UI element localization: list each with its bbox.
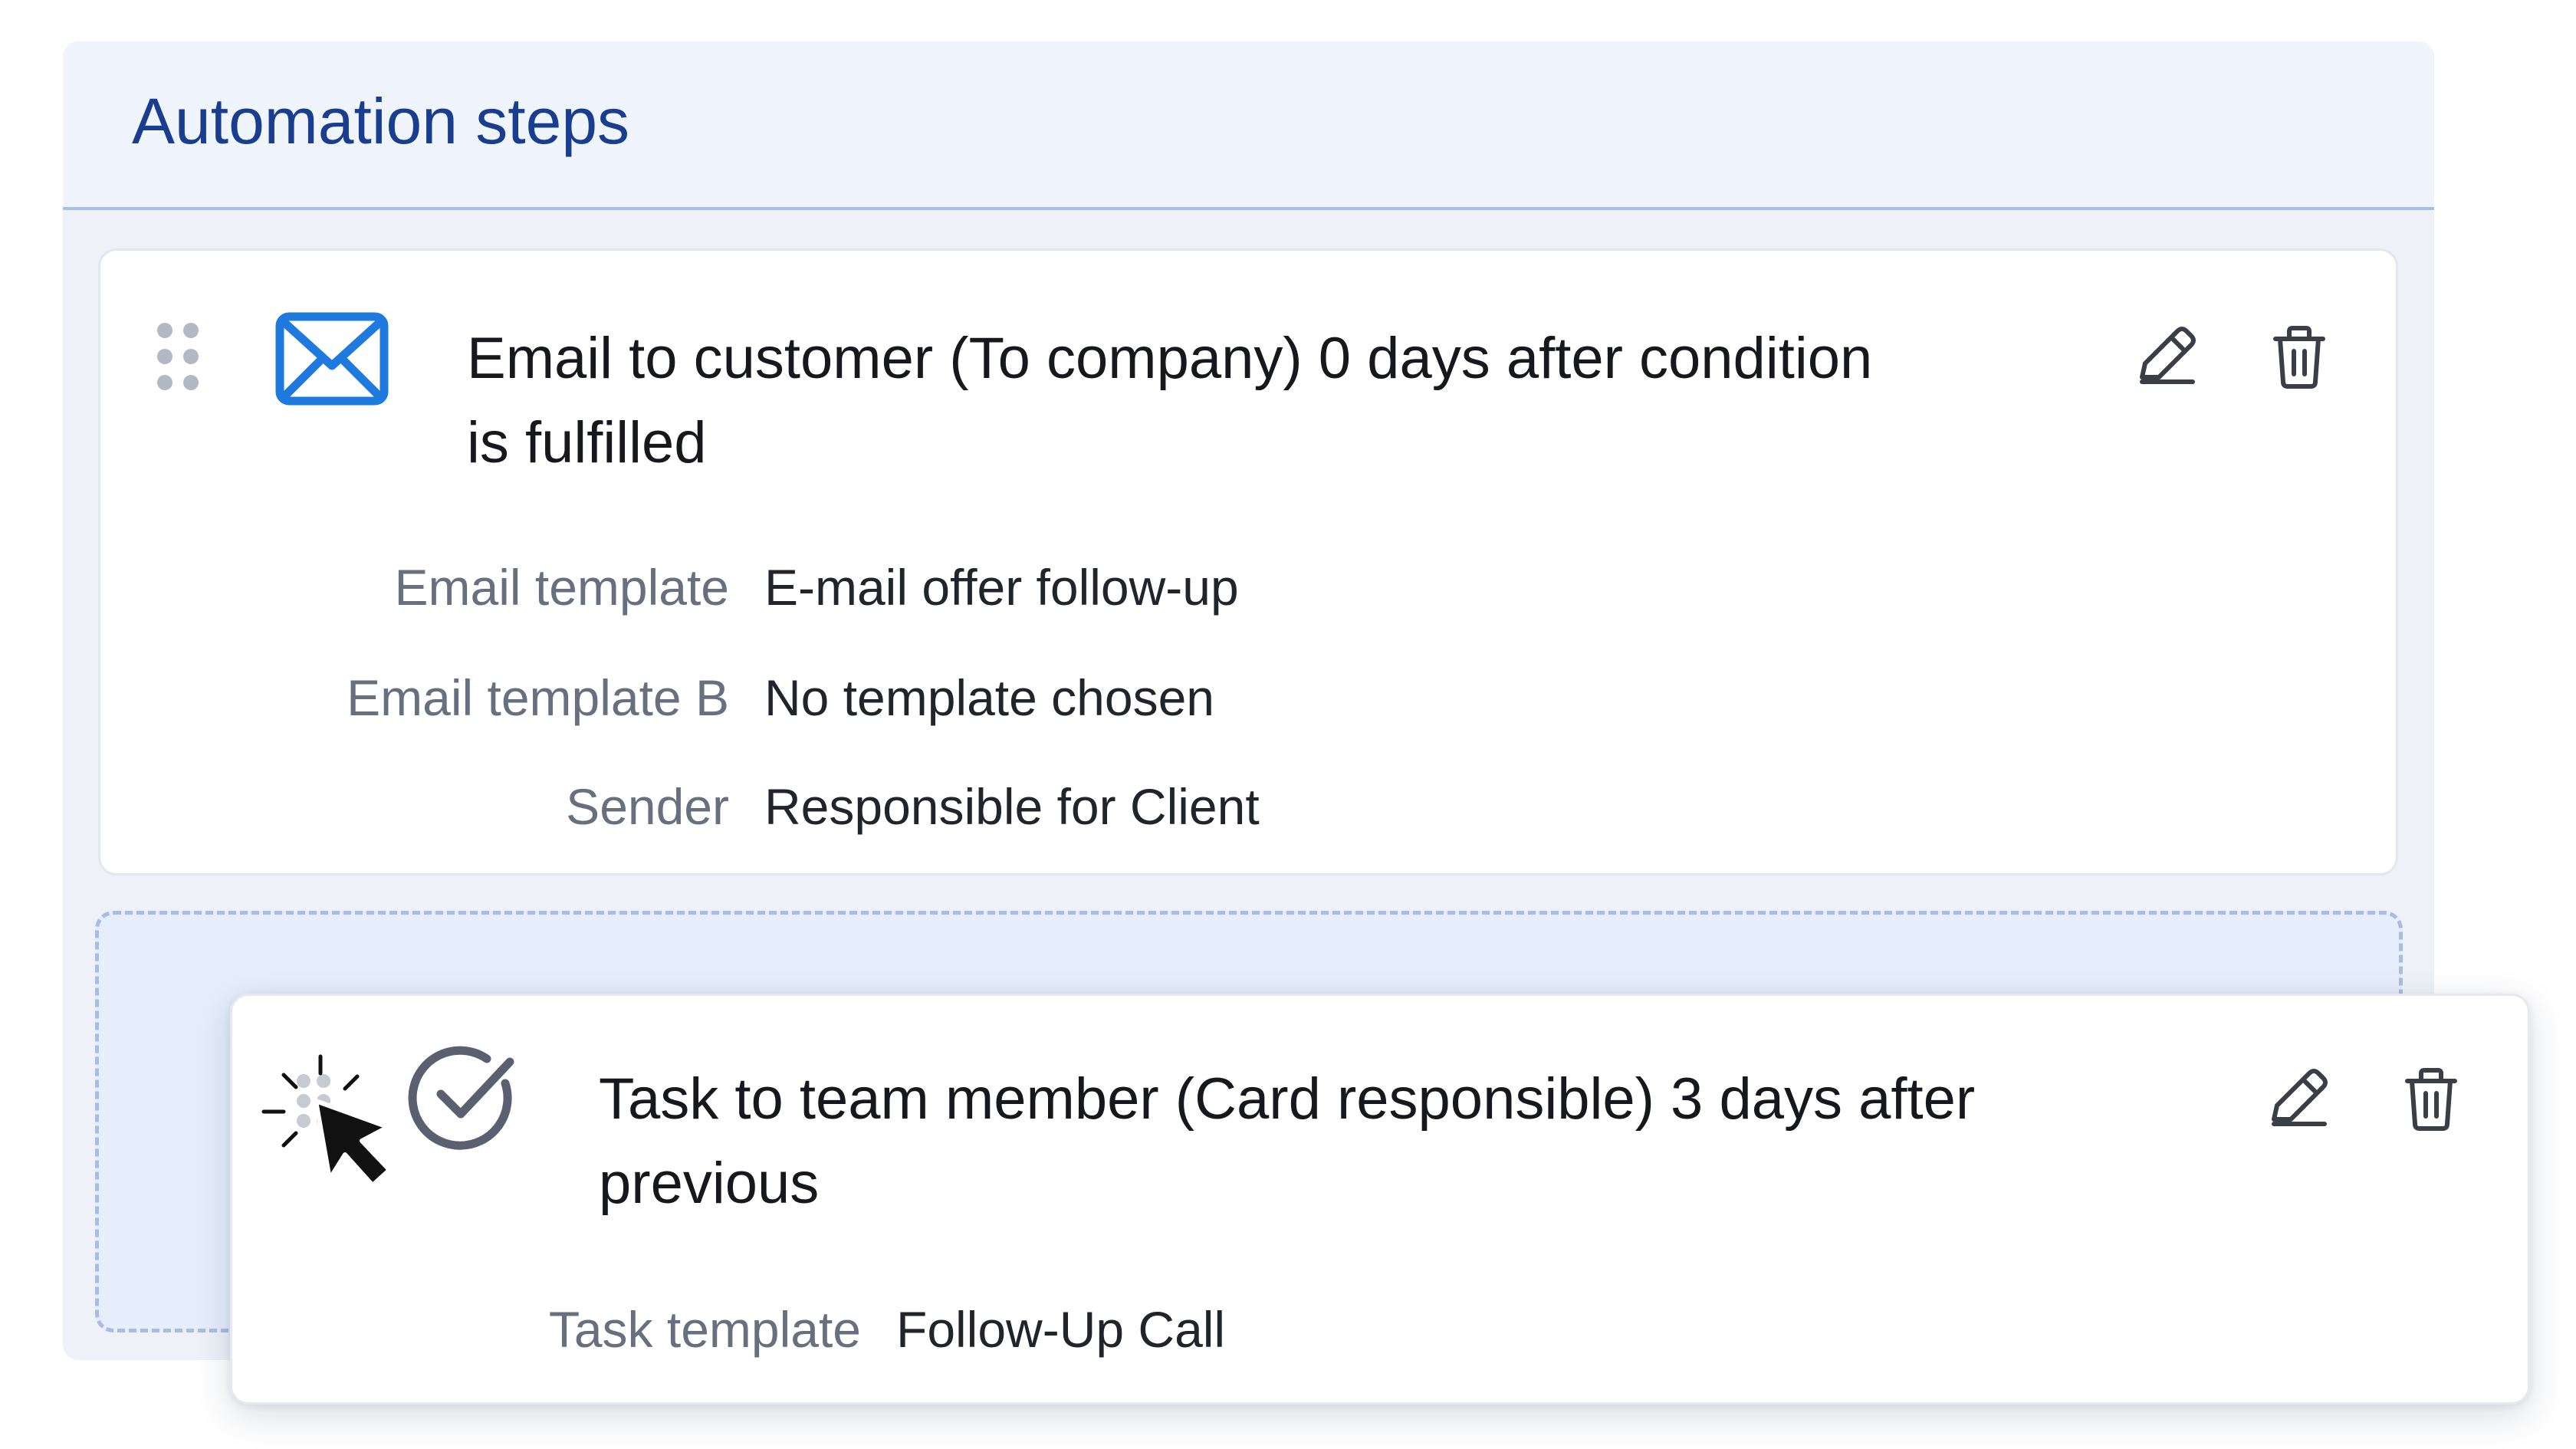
check-circle-icon bbox=[407, 1040, 522, 1155]
trash-icon bbox=[2405, 1068, 2457, 1131]
step-title-line: is fulfilled bbox=[467, 410, 707, 475]
field-label: Email template bbox=[394, 559, 729, 616]
panel-title: Automation steps bbox=[132, 85, 630, 157]
field-label: Email template B bbox=[347, 669, 729, 726]
step-title-line: Email to customer (To company) 0 days af… bbox=[467, 326, 1873, 391]
pencil-icon bbox=[2272, 1069, 2328, 1126]
field-value: Responsible for Client bbox=[764, 778, 1260, 835]
drag-handle-icon[interactable] bbox=[157, 323, 200, 392]
step-title-line: previous bbox=[599, 1151, 820, 1216]
field-value: No template chosen bbox=[764, 669, 1215, 726]
field-value: E-mail offer follow-up bbox=[764, 559, 1239, 616]
step-title: Email to customer (To company) 0 days af… bbox=[467, 317, 2169, 485]
edit-button[interactable] bbox=[2128, 318, 2204, 395]
field-row: Email template B No template chosen bbox=[100, 663, 1214, 732]
field-row: Task template Follow-Up Call bbox=[232, 1295, 1225, 1364]
mouse-cursor-icon bbox=[261, 1050, 414, 1204]
panel-header: Automation steps bbox=[63, 41, 2434, 210]
step-card-email[interactable]: Email to customer (To company) 0 days af… bbox=[98, 248, 2398, 876]
step-title: Task to team member (Card responsible) 3… bbox=[599, 1057, 2301, 1226]
field-label: Sender bbox=[566, 778, 729, 835]
edit-button[interactable] bbox=[2259, 1060, 2336, 1137]
pencil-icon bbox=[2140, 327, 2196, 384]
delete-button[interactable] bbox=[2393, 1060, 2469, 1137]
envelope-icon bbox=[275, 312, 389, 406]
field-row: Sender Responsible for Client bbox=[100, 772, 1260, 841]
step-title-line: Task to team member (Card responsible) 3… bbox=[599, 1066, 1976, 1132]
delete-button[interactable] bbox=[2261, 318, 2338, 395]
field-value: Follow-Up Call bbox=[896, 1301, 1226, 1358]
trash-icon bbox=[2273, 326, 2325, 389]
field-row: Email template E-mail offer follow-up bbox=[100, 553, 1239, 622]
automation-stage: Automation steps Email to customer (To c… bbox=[0, 0, 2576, 1449]
step-card-task[interactable]: Task to team member (Card responsible) 3… bbox=[230, 994, 2530, 1405]
field-label: Task template bbox=[548, 1301, 861, 1358]
